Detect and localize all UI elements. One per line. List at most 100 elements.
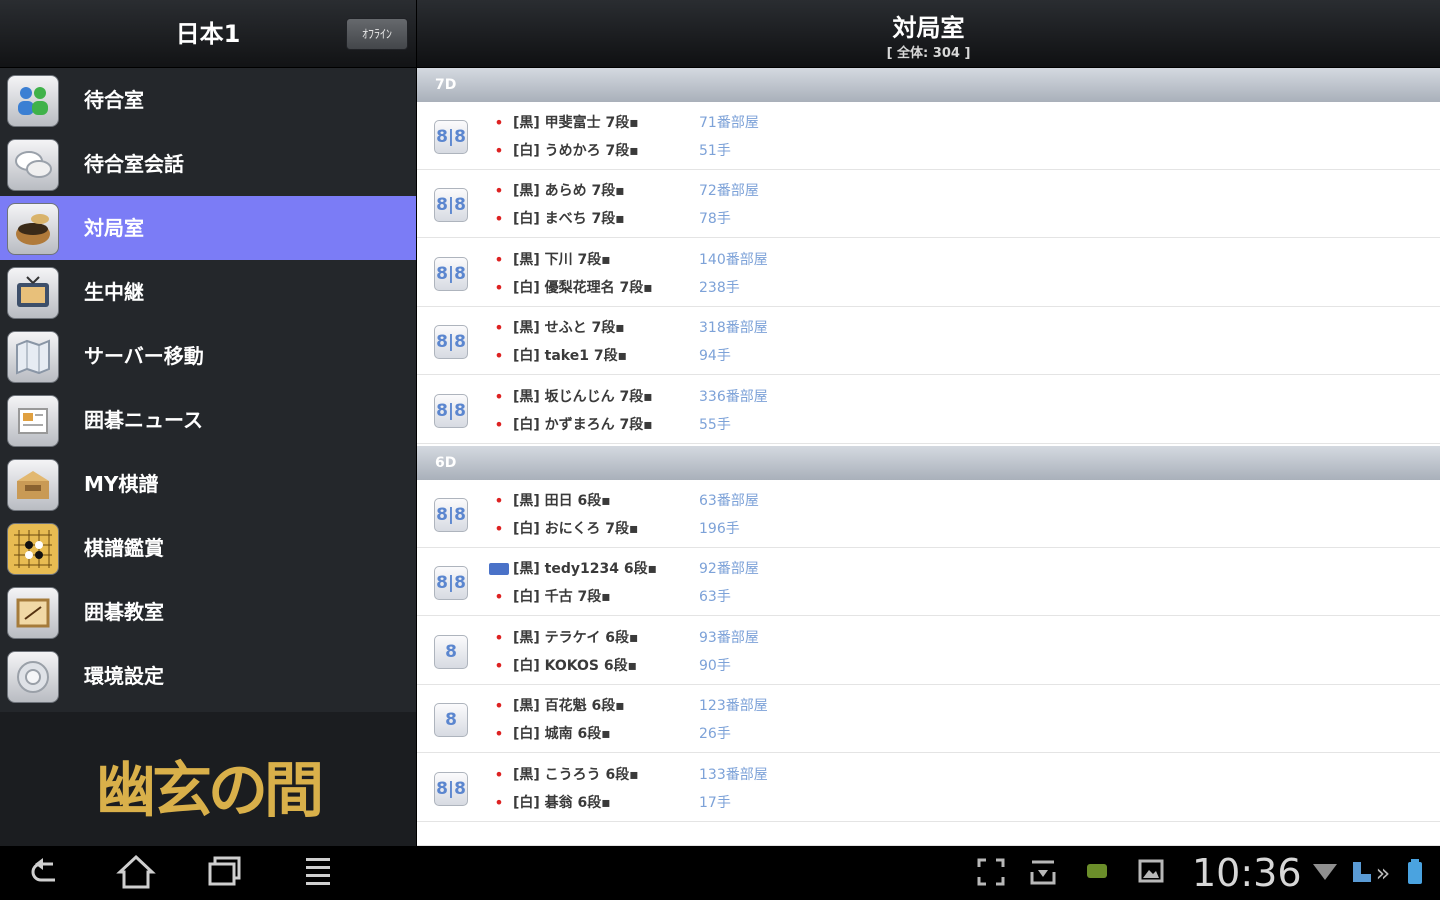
- sidebar-item-my-records[interactable]: MY棋譜: [0, 452, 416, 516]
- table-row[interactable]: 8|8 • [黒] 下川 7段▪ 140番部屋 • [白] 優梨花理名 7段▪ 238手: [417, 239, 1440, 307]
- move-count: 63手: [699, 589, 731, 605]
- black-player: [黒] tedy1234 6段▪: [513, 561, 658, 577]
- black-player: [黒] こうろう 6段▪: [513, 767, 639, 783]
- room-number: 63番部屋: [699, 493, 759, 509]
- sidebar-item-server-move[interactable]: サーバー移動: [0, 324, 416, 388]
- black-player: [黒] 下川 7段▪: [513, 252, 611, 268]
- room-number: 336番部屋: [699, 389, 768, 405]
- gallery-icon[interactable]: [1134, 858, 1168, 888]
- status-clock: 10:36: [1192, 851, 1302, 895]
- black-player: [黒] 百花魁 6段▪: [513, 698, 625, 714]
- group-header-6d: 6D: [417, 446, 1440, 480]
- sidebar-item-label: 環境設定: [84, 664, 164, 688]
- page-title: 対局室: [892, 14, 965, 42]
- sidebar-item-label: 待合室: [84, 88, 144, 112]
- table-row[interactable]: 8|8 • [黒] こうろう 6段▪ 133番部屋 • [白] 碁翁 6段▪ 17手: [417, 754, 1440, 822]
- white-player: [白] 千古 7段▪: [513, 589, 611, 605]
- sidebar-item-go-classroom[interactable]: 囲碁教室: [0, 580, 416, 644]
- table-row[interactable]: [417, 822, 1440, 846]
- black-player: [黒] 田日 6段▪: [513, 493, 611, 509]
- game-type-icon: 8|8: [434, 325, 468, 359]
- table-row[interactable]: 8|8 • [黒] あらめ 7段▪ 72番部屋 • [白] まべち 7段▪ 78手: [417, 170, 1440, 238]
- game-type-icon: 8|8: [434, 566, 468, 600]
- sidebar-item-live-broadcast[interactable]: 生中継: [0, 260, 416, 324]
- black-player: [黒] せふと 7段▪: [513, 320, 625, 336]
- white-player: [白] おにくろ 7段▪: [513, 521, 639, 537]
- sidebar-item-go-news[interactable]: 囲碁ニュース: [0, 388, 416, 452]
- status-dot: •: [494, 346, 504, 365]
- black-player: [黒] テラケイ 6段▪: [513, 630, 639, 646]
- table-row[interactable]: 8|8 [黒] tedy1234 6段▪ 92番部屋 • [白] 千古 7段▪ 63手: [417, 548, 1440, 616]
- group-header-7d: 7D: [417, 68, 1440, 102]
- chevron-right-icon: »: [1375, 859, 1391, 887]
- system-navigation-bar: 10:36 »: [0, 846, 1440, 900]
- sidebar-item-label: 囲碁教室: [84, 600, 164, 624]
- table-row[interactable]: 8 • [黒] テラケイ 6段▪ 93番部屋 • [白] KOKOS 6段▪ 90手: [417, 617, 1440, 685]
- download-icon[interactable]: [1026, 858, 1060, 888]
- sidebar-item-label: 待合室会話: [84, 152, 184, 176]
- sidebar-item-settings[interactable]: 環境設定: [0, 644, 416, 708]
- room-number: 140番部屋: [699, 252, 768, 268]
- white-player: [白] 城南 6段▪: [513, 726, 611, 742]
- status-dot: •: [494, 415, 504, 434]
- status-dot: •: [494, 181, 504, 200]
- black-player: [黒] 坂じんじん 7段▪: [513, 389, 653, 405]
- tv-icon: [7, 267, 59, 319]
- wifi-icon: [1308, 858, 1342, 888]
- recent-apps-icon[interactable]: [200, 854, 250, 894]
- back-icon[interactable]: [20, 854, 70, 894]
- sidebar-item-waiting-chat[interactable]: 待合室会話: [0, 132, 416, 196]
- users-icon: [7, 75, 59, 127]
- table-row[interactable]: 8|8 • [黒] 田日 6段▪ 63番部屋 • [白] おにくろ 7段▪ 196手: [417, 480, 1440, 548]
- black-player: [黒] 甲斐富士 7段▪: [513, 115, 639, 131]
- room-number: 92番部屋: [699, 561, 759, 577]
- move-count: 238手: [699, 280, 740, 296]
- menu-icon[interactable]: [293, 854, 343, 894]
- move-count: 55手: [699, 417, 731, 433]
- white-player: [白] かずまろん 7段▪: [513, 417, 653, 433]
- home-icon[interactable]: [111, 854, 161, 894]
- sidebar-item-waiting-room[interactable]: 待合室: [0, 68, 416, 132]
- game-type-icon: 8|8: [434, 394, 468, 428]
- status-dot: •: [494, 628, 504, 647]
- table-row[interactable]: 8|8 • [黒] 坂じんじん 7段▪ 336番部屋 • [白] かずまろん 7段▪ 5…: [417, 376, 1440, 444]
- move-count: 17手: [699, 795, 731, 811]
- sidebar-item-label: 対局室: [84, 216, 144, 240]
- white-player: [白] 碁翁 6段▪: [513, 795, 611, 811]
- sidebar-header: 日本1 ｵﾌﾗｲﾝ: [0, 0, 416, 68]
- status-dot: •: [494, 113, 504, 132]
- table-row[interactable]: 8 • [黒] 百花魁 6段▪ 123番部屋 • [白] 城南 6段▪ 26手: [417, 685, 1440, 753]
- move-count: 196手: [699, 521, 740, 537]
- status-dot: •: [494, 724, 504, 743]
- white-player: [白] まべち 7段▪: [513, 211, 625, 227]
- sidebar: 日本1 ｵﾌﾗｲﾝ 待合室 待合室会話 対局室 生中継 サーバー移動 囲碁ニュー…: [0, 0, 416, 846]
- status-dot: •: [494, 793, 504, 812]
- battery-icon: [1398, 858, 1432, 888]
- sidebar-item-record-viewing[interactable]: 棋譜鑑賞: [0, 516, 416, 580]
- white-player: [白] うめかろ 7段▪: [513, 143, 639, 159]
- sidebar-item-label: 生中継: [84, 280, 144, 304]
- screenshot-icon[interactable]: [974, 858, 1008, 888]
- sidebar-item-game-room[interactable]: 対局室: [0, 196, 416, 260]
- offline-button[interactable]: ｵﾌﾗｲﾝ: [346, 18, 408, 50]
- table-row[interactable]: 8|8 • [黒] せふと 7段▪ 318番部屋 • [白] take1 7段▪ 94手: [417, 307, 1440, 375]
- game-type-icon: 8|8: [434, 498, 468, 532]
- map-icon: [7, 331, 59, 383]
- room-number: 71番部屋: [699, 115, 759, 131]
- white-player: [白] 優梨花理名 7段▪: [513, 280, 653, 296]
- game-room-panel: 対局室 [ 全体: 304 ] 7D 8|8 • [黒] 甲斐富士 7段▪ 71番部…: [417, 0, 1440, 846]
- status-dot: •: [494, 587, 504, 606]
- chat-icon: [7, 139, 59, 191]
- go-bowl-icon: [7, 203, 59, 255]
- move-count: 90手: [699, 658, 731, 674]
- room-number: 123番部屋: [699, 698, 768, 714]
- white-player: [白] KOKOS 6段▪: [513, 658, 638, 674]
- status-dot: •: [494, 387, 504, 406]
- game-type-icon: 8|8: [434, 188, 468, 222]
- room-number: 72番部屋: [699, 183, 759, 199]
- status-dot: •: [494, 318, 504, 337]
- table-row[interactable]: 8|8 • [黒] 甲斐富士 7段▪ 71番部屋 • [白] うめかろ 7段▪ 51手: [417, 102, 1440, 170]
- move-count: 94手: [699, 348, 731, 364]
- logo-text: 幽玄の間: [96, 756, 324, 826]
- android-icon[interactable]: [1080, 858, 1114, 888]
